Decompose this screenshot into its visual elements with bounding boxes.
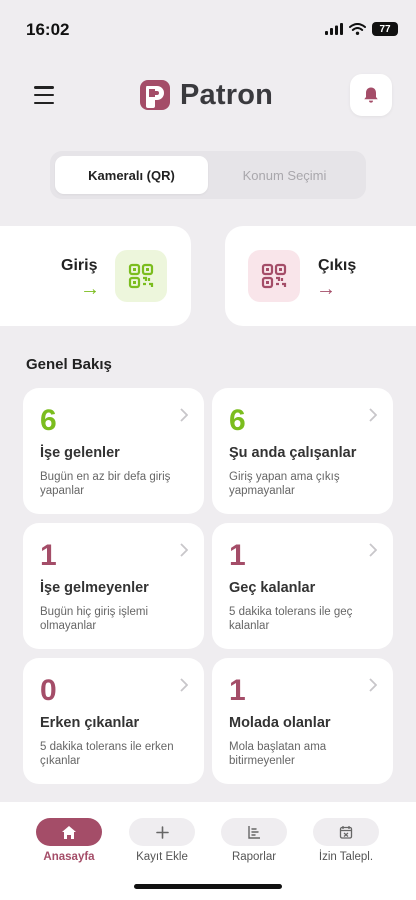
check-in-card[interactable]: Giriş → xyxy=(0,226,191,326)
nav-label: Raporlar xyxy=(231,851,277,863)
scan-mode-segment: Kameralı (QR) Konum Seçimi xyxy=(50,151,366,199)
chevron-right-icon xyxy=(369,678,377,692)
chevron-right-icon xyxy=(369,408,377,422)
stat-card-left-early[interactable]: 0 Erken çıkanlar 5 dakika tolerans ile e… xyxy=(23,658,204,784)
brand-name: Patron xyxy=(180,78,274,111)
stat-desc: Bugün en az bir defa giriş yapanlar xyxy=(40,471,171,497)
home-icon xyxy=(62,825,76,839)
signal-icon xyxy=(325,23,343,35)
stat-card-late[interactable]: 1 Geç kalanlar 5 dakika tolerans ile geç… xyxy=(212,523,393,649)
nav-item-home[interactable]: Anasayfa xyxy=(33,818,105,863)
check-out-card[interactable]: Çıkış → xyxy=(225,226,416,326)
stat-card-absent[interactable]: 1 İşe gelmeyenler Bugün hiç giriş işlemi… xyxy=(23,523,204,649)
notifications-button[interactable] xyxy=(350,74,392,116)
plus-icon xyxy=(155,825,169,839)
chevron-right-icon xyxy=(180,543,188,557)
nav-label: İzin Talepl. xyxy=(318,851,374,863)
stat-title: İşe gelmeyenler xyxy=(40,580,149,596)
stat-value: 0 xyxy=(40,674,57,707)
bell-icon xyxy=(364,87,378,103)
overview-title: Genel Bakış xyxy=(26,356,112,373)
stat-card-on-break[interactable]: 1 Molada olanlar Mola başlatan ama bitir… xyxy=(212,658,393,784)
stat-value: 6 xyxy=(229,404,246,437)
check-out-qr-button[interactable] xyxy=(248,250,300,302)
nav-item-leave-requests[interactable]: İzin Talepl. xyxy=(310,818,382,863)
stat-title: Geç kalanlar xyxy=(229,580,316,596)
stat-card-working-now[interactable]: 6 Şu anda çalışanlar Giriş yapan ama çık… xyxy=(212,388,393,514)
stat-desc: 5 dakika tolerans ile geç kalanlar xyxy=(229,606,353,632)
brand-logo: Patron xyxy=(138,78,273,112)
nav-label: Kayıt Ekle xyxy=(136,851,188,863)
stat-desc: Giriş yapan ama çıkış yapmayanlar xyxy=(229,471,340,497)
chevron-right-icon xyxy=(369,543,377,557)
nav-label: Anasayfa xyxy=(43,851,95,863)
menu-button[interactable] xyxy=(34,86,54,104)
menu-icon xyxy=(34,86,54,89)
chevron-right-icon xyxy=(180,408,188,422)
check-out-arrow-icon: → xyxy=(316,278,336,300)
battery-indicator: 77 xyxy=(372,22,398,36)
chevron-right-icon xyxy=(180,678,188,692)
stat-value: 1 xyxy=(229,674,246,707)
qr-code-icon xyxy=(128,263,154,289)
stat-title: İşe gelenler xyxy=(40,445,120,461)
check-in-arrow-icon: → xyxy=(80,278,100,300)
home-indicator xyxy=(134,884,282,889)
header: Patron xyxy=(0,74,416,118)
tab-qr-camera[interactable]: Kameralı (QR) xyxy=(55,156,208,194)
stat-desc: 5 dakika tolerans ile erken çıkanlar xyxy=(40,741,174,767)
check-out-label: Çıkış xyxy=(318,257,357,274)
check-in-qr-button[interactable] xyxy=(115,250,167,302)
stat-title: Molada olanlar xyxy=(229,715,331,731)
nav-item-add-record[interactable]: Kayıt Ekle xyxy=(126,818,198,863)
stat-value: 1 xyxy=(229,539,246,572)
qr-code-icon xyxy=(261,263,287,289)
stat-value: 1 xyxy=(40,539,57,572)
status-bar: 16:02 77 xyxy=(0,0,416,56)
stat-title: Erken çıkanlar xyxy=(40,715,140,731)
stat-desc: Bugün hiç giriş işlemi olmayanlar xyxy=(40,606,149,632)
stat-card-arrived[interactable]: 6 İşe gelenler Bugün en az bir defa giri… xyxy=(23,388,204,514)
nav-item-reports[interactable]: Raporlar xyxy=(218,818,290,863)
check-in-label: Giriş xyxy=(61,257,98,274)
wifi-icon xyxy=(349,23,366,35)
stat-value: 6 xyxy=(40,404,57,437)
calendar-icon xyxy=(339,826,353,839)
patron-logo-icon xyxy=(140,80,170,110)
tab-location-select[interactable]: Konum Seçimi xyxy=(208,156,361,194)
stat-title: Şu anda çalışanlar xyxy=(229,445,357,461)
status-icons: 77 xyxy=(325,22,398,36)
report-icon xyxy=(248,826,260,839)
status-time: 16:02 xyxy=(26,20,70,39)
stat-desc: Mola başlatan ama bitirmeyenler xyxy=(229,741,327,767)
